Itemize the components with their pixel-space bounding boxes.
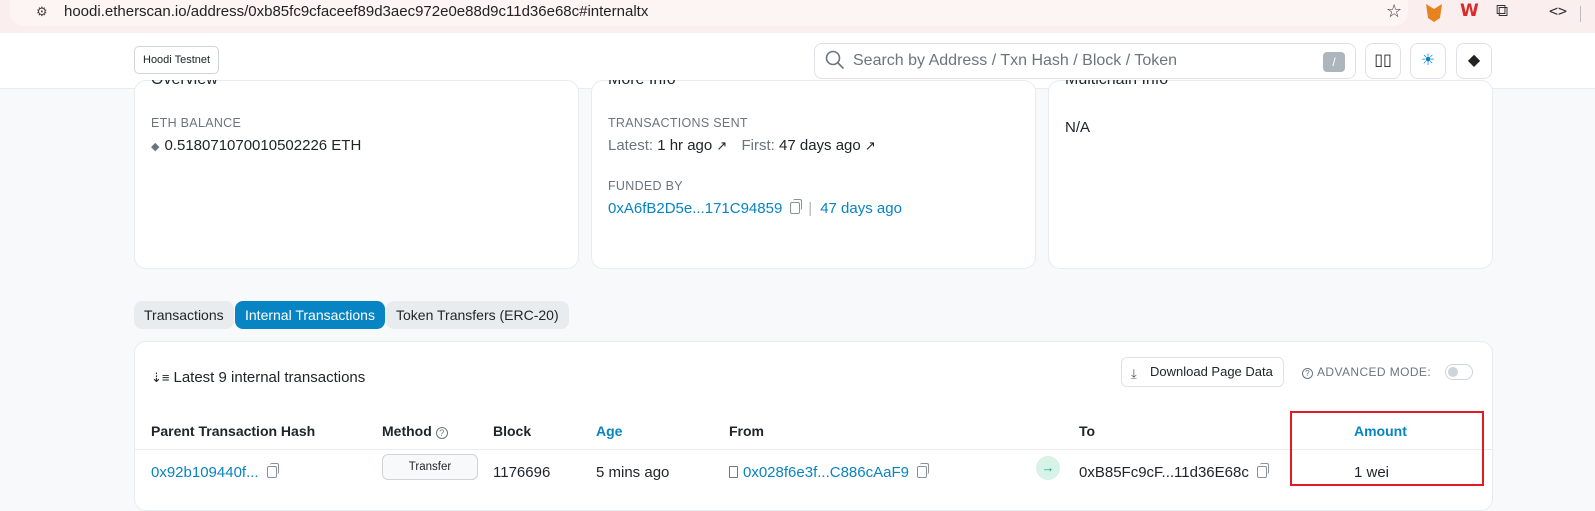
parent-hash-cell: 0x92b109440f... [151,463,279,481]
arrow-up-right-icon[interactable]: ↗ [716,138,727,153]
w-extension-icon[interactable]: W [1460,1,1480,21]
advanced-mode-toggle[interactable] [1445,364,1473,380]
funded-by-value: 0xA6fB2D5e...171C94859 | 47 days ago [608,199,902,217]
advanced-mode-text: ADVANCED MODE: [1317,365,1432,379]
transaction-count-text: Latest 9 internal transactions [173,369,366,386]
col-method: Method? [382,423,448,439]
col-from: From [729,423,764,439]
col-parent-hash: Parent Transaction Hash [151,423,316,439]
funded-by-address-link[interactable]: 0xA6fB2D5e...171C94859 [608,200,782,217]
copy-icon[interactable] [790,199,803,214]
multichain-info-card: Multichain Info N/A [1048,80,1493,269]
search-placeholder: Search by Address / Txn Hash / Block / T… [853,52,1178,69]
eth-diamond-icon: ◆ [151,141,160,153]
latest-label: Latest: [608,137,654,154]
download-label: Download Page Data [1150,364,1273,379]
to-address: 0xB85Fc9cF...11d36E68c [1079,464,1249,481]
site-settings-icon[interactable]: ⚙ [36,4,48,20]
tab-token-transfers[interactable]: Token Transfers (ERC-20) [386,301,569,329]
copy-icon[interactable] [916,463,929,478]
search-icon [825,50,845,70]
address-bar[interactable]: ⚙ hoodi.etherscan.io/address/0xb85fc9cfa… [10,0,1408,26]
col-block: Block [493,423,532,439]
arrow-right-icon: → [1036,456,1060,480]
divider: | [808,200,813,217]
ethereum-icon[interactable]: ◆ [1456,43,1492,79]
latest-value[interactable]: 1 hr ago [657,137,712,154]
sort-icon: ⇣≡ [151,370,170,385]
first-value[interactable]: 47 days ago [779,137,861,154]
overview-card: Overview ETH BALANCE ◆ 0.5180710700105022… [134,80,579,269]
to-cell: 0xB85Fc9cF...11d36E68c [1079,463,1269,481]
funded-by-age-link[interactable]: 47 days ago [820,200,902,217]
help-icon[interactable]: ? [435,427,448,439]
tab-transactions[interactable]: Transactions [134,301,234,329]
extensions-puzzle-icon[interactable]: ⧉ [1496,1,1516,21]
bookmark-star-icon[interactable]: ☆ [1386,1,1402,22]
method-badge: Transfer [382,454,478,480]
url-text[interactable]: hoodi.etherscan.io/address/0xb85fc9cface… [64,3,648,20]
eth-balance-label: ETH BALANCE [151,116,242,130]
more-info-card: More Info TRANSACTIONS SENT Latest: 1 hr… [591,80,1036,269]
multichain-value: N/A [1065,119,1091,136]
search-input[interactable]: Search by Address / Txn Hash / Block / T… [814,43,1356,79]
parent-hash-link[interactable]: 0x92b109440f... [151,464,259,481]
help-icon[interactable]: ? [1302,368,1313,379]
search-shortcut-key: / [1323,52,1345,72]
tab-internal-transactions[interactable]: Internal Transactions [235,301,385,329]
header-divider [135,449,1492,450]
block-link[interactable]: 1176696 [493,464,550,481]
copy-icon[interactable] [266,463,279,478]
age-cell: 5 mins ago [596,464,670,481]
amount-highlight-box [1290,411,1484,486]
from-address-link[interactable]: 0x028f6e3f...C886cAaF9 [743,464,909,481]
download-page-data-button[interactable]: ⤓ Download Page Data [1121,357,1284,387]
copy-icon[interactable] [1256,463,1269,478]
transaction-count: ⇣≡ Latest 9 internal transactions [151,369,365,386]
download-icon: ⤓ [1131,366,1137,381]
browser-toolbar: ⚙ hoodi.etherscan.io/address/0xb85fc9cfa… [0,0,1595,33]
contract-icon [729,466,738,478]
devtools-code-icon[interactable]: <> [1549,2,1569,22]
metamask-extension-icon[interactable] [1426,4,1442,22]
col-to: To [1079,423,1096,439]
col-method-label: Method [382,423,432,439]
eth-balance-amount: 0.518071070010502226 ETH [164,137,362,154]
first-label: First: [741,137,775,154]
overview-title: Overview [151,80,218,90]
book-icon[interactable]: ▯▯ [1365,43,1401,79]
arrow-up-right-icon[interactable]: ↗ [865,138,876,153]
from-cell: 0x028f6e3f...C886cAaF9 [729,463,929,481]
multichain-title: Multichain Info [1065,80,1168,90]
more-info-title: More Info [608,80,676,90]
funded-by-label: FUNDED BY [608,179,683,193]
advanced-mode-label: ? ADVANCED MODE: [1302,365,1431,379]
transactions-sent-value: Latest: 1 hr ago ↗ First: 47 days ago ↗ [608,137,876,154]
toolbar-divider [1580,6,1581,22]
network-badge[interactable]: Hoodi Testnet [134,46,220,74]
toggle-knob [1448,367,1458,377]
transactions-sent-label: TRANSACTIONS SENT [608,116,748,130]
eth-balance-value: ◆ 0.518071070010502226 ETH [151,137,361,154]
col-age[interactable]: Age [596,423,622,439]
theme-toggle-sun-icon[interactable]: ☀ [1410,43,1446,79]
